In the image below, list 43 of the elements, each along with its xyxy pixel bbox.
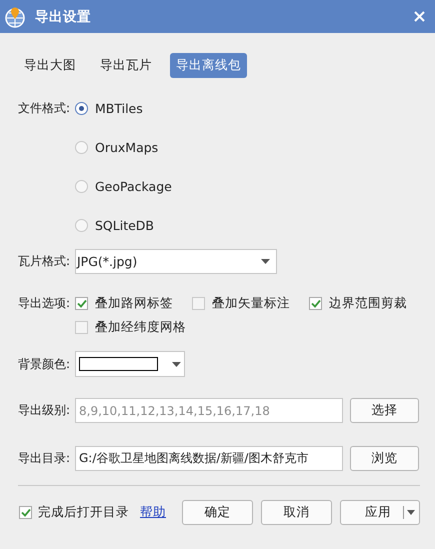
browse-button[interactable]: 浏览 — [350, 446, 419, 471]
checkbox[interactable] — [19, 506, 32, 519]
field-label: 背景颜色: — [18, 356, 72, 372]
radio-label: MBTiles — [95, 100, 143, 116]
app-logo-icon — [4, 6, 26, 28]
checkbox-label: 叠加经纬度网格 — [95, 318, 186, 336]
cancel-button[interactable]: 取消 — [261, 500, 332, 525]
field-label: 导出级别: — [18, 402, 72, 419]
checkbox-label: 边界范围剪裁 — [329, 294, 407, 312]
tab[interactable]: 导出离线包 — [170, 53, 247, 78]
radio-label: SQLiteDB — [95, 218, 154, 232]
dropdown-arrow-icon — [172, 362, 181, 366]
dropdown-value: JPG(*.jpg) — [77, 254, 138, 269]
radio-button[interactable] — [75, 218, 88, 232]
window-title: 导出设置 — [35, 8, 92, 26]
radio-button[interactable] — [75, 180, 88, 192]
apply-split-button[interactable]: 应用 — [340, 500, 420, 525]
dropdown-arrow-icon[interactable] — [407, 510, 415, 515]
radio-button[interactable] — [75, 102, 88, 114]
ok-button[interactable]: 确定 — [182, 500, 253, 525]
field-label: 文件格式: — [18, 100, 72, 117]
dropdown-arrow-icon — [261, 259, 270, 264]
tab[interactable]: 导出瓦片 — [94, 53, 158, 78]
format-dropdown[interactable]: JPG(*.jpg) — [75, 249, 277, 274]
field-label: 导出目录: — [18, 450, 72, 467]
checkbox[interactable] — [192, 296, 205, 310]
tab[interactable]: 导出大图 — [18, 53, 82, 78]
checkbox-label: 完成后打开目录 — [38, 504, 129, 521]
field-label: 瓦片格式: — [18, 253, 72, 270]
checkbox[interactable] — [75, 320, 88, 334]
select-button[interactable]: 选择 — [350, 398, 419, 423]
checkbox-label: 叠加矢量标注 — [212, 294, 290, 312]
checkbox[interactable] — [75, 296, 88, 310]
radio-label: OruxMaps — [95, 140, 158, 154]
close-icon[interactable] — [414, 11, 425, 22]
radio-label: GeoPackage — [95, 178, 172, 194]
color-picker[interactable] — [75, 351, 185, 377]
directory-field[interactable]: G:/谷歌卫星地图离线数据/新疆/图木舒克市 — [75, 446, 344, 471]
radio-button[interactable] — [75, 140, 88, 154]
checkbox[interactable] — [309, 296, 322, 310]
checkbox-label: 叠加路网标签 — [95, 294, 173, 312]
field-label: 导出选项: — [18, 296, 72, 310]
help-link[interactable]: 帮助 — [140, 504, 166, 521]
